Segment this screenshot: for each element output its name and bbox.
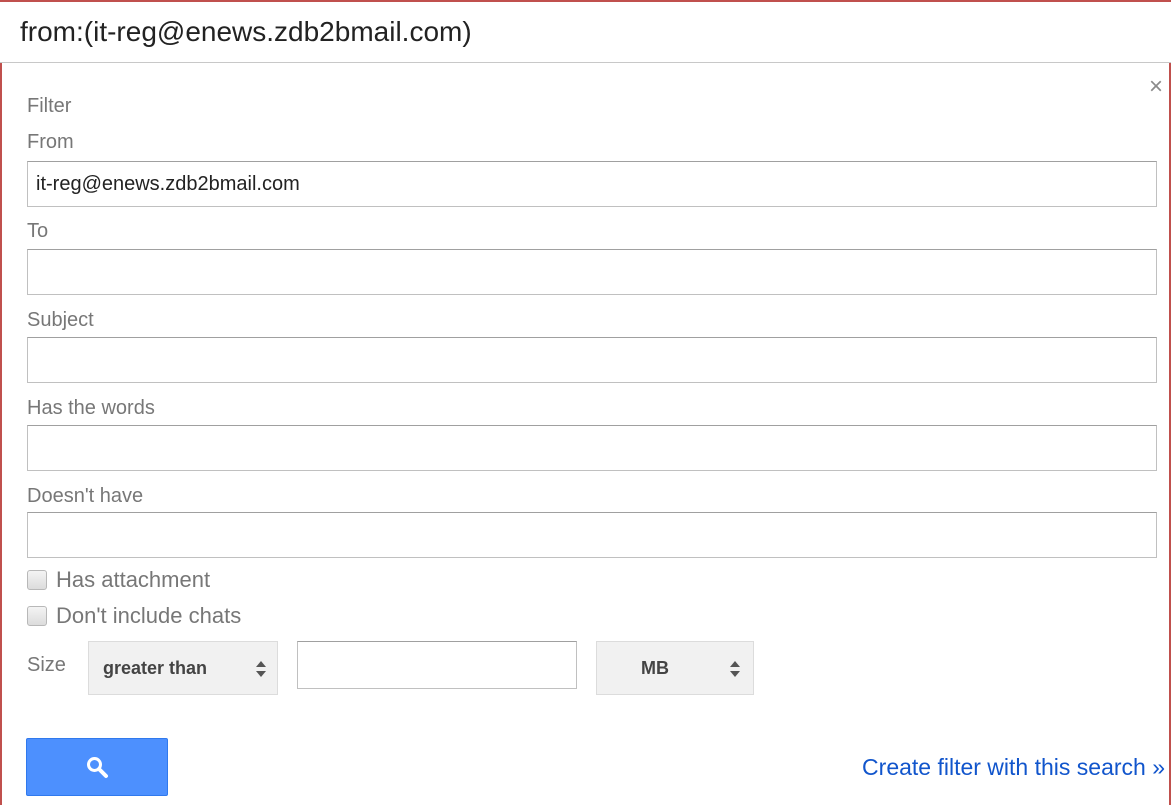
close-icon[interactable]: × xyxy=(1143,74,1169,100)
subject-input[interactable] xyxy=(27,337,1157,383)
search-icon xyxy=(87,757,108,778)
filter-title: Filter xyxy=(27,95,72,117)
to-input[interactable] xyxy=(27,249,1157,295)
size-unit-select[interactable]: MB xyxy=(596,641,754,695)
from-input[interactable] xyxy=(27,161,1157,207)
size-operator-select[interactable]: greater than xyxy=(88,641,278,695)
dont-include-chats-row[interactable]: Don't include chats xyxy=(27,602,241,630)
has-attachment-label[interactable]: Has attachment xyxy=(56,567,210,593)
has-attachment-row[interactable]: Has attachment xyxy=(27,566,210,594)
select-arrows-icon xyxy=(256,661,266,677)
from-label: From xyxy=(27,131,74,153)
has-attachment-checkbox[interactable] xyxy=(27,570,47,590)
create-filter-link[interactable]: Create filter with this search » xyxy=(862,754,1165,781)
select-arrows-icon xyxy=(730,661,740,677)
search-bar[interactable]: from:(it-reg@enews.zdb2bmail.com) xyxy=(0,0,1171,63)
dont-include-chats-label[interactable]: Don't include chats xyxy=(56,603,241,629)
has-words-label: Has the words xyxy=(27,397,155,419)
doesnt-have-label: Doesn't have xyxy=(27,485,144,507)
size-label: Size xyxy=(27,654,66,676)
to-label: To xyxy=(27,220,49,242)
search-query-text[interactable]: from:(it-reg@enews.zdb2bmail.com) xyxy=(20,16,472,48)
has-words-input[interactable] xyxy=(27,425,1157,471)
search-button[interactable] xyxy=(26,738,168,796)
size-value-input[interactable] xyxy=(297,641,577,689)
doesnt-have-input[interactable] xyxy=(27,512,1157,558)
size-unit-value: MB xyxy=(641,657,669,678)
size-operator-value: greater than xyxy=(103,657,208,678)
subject-label: Subject xyxy=(27,309,94,331)
dont-include-chats-checkbox[interactable] xyxy=(27,606,47,626)
